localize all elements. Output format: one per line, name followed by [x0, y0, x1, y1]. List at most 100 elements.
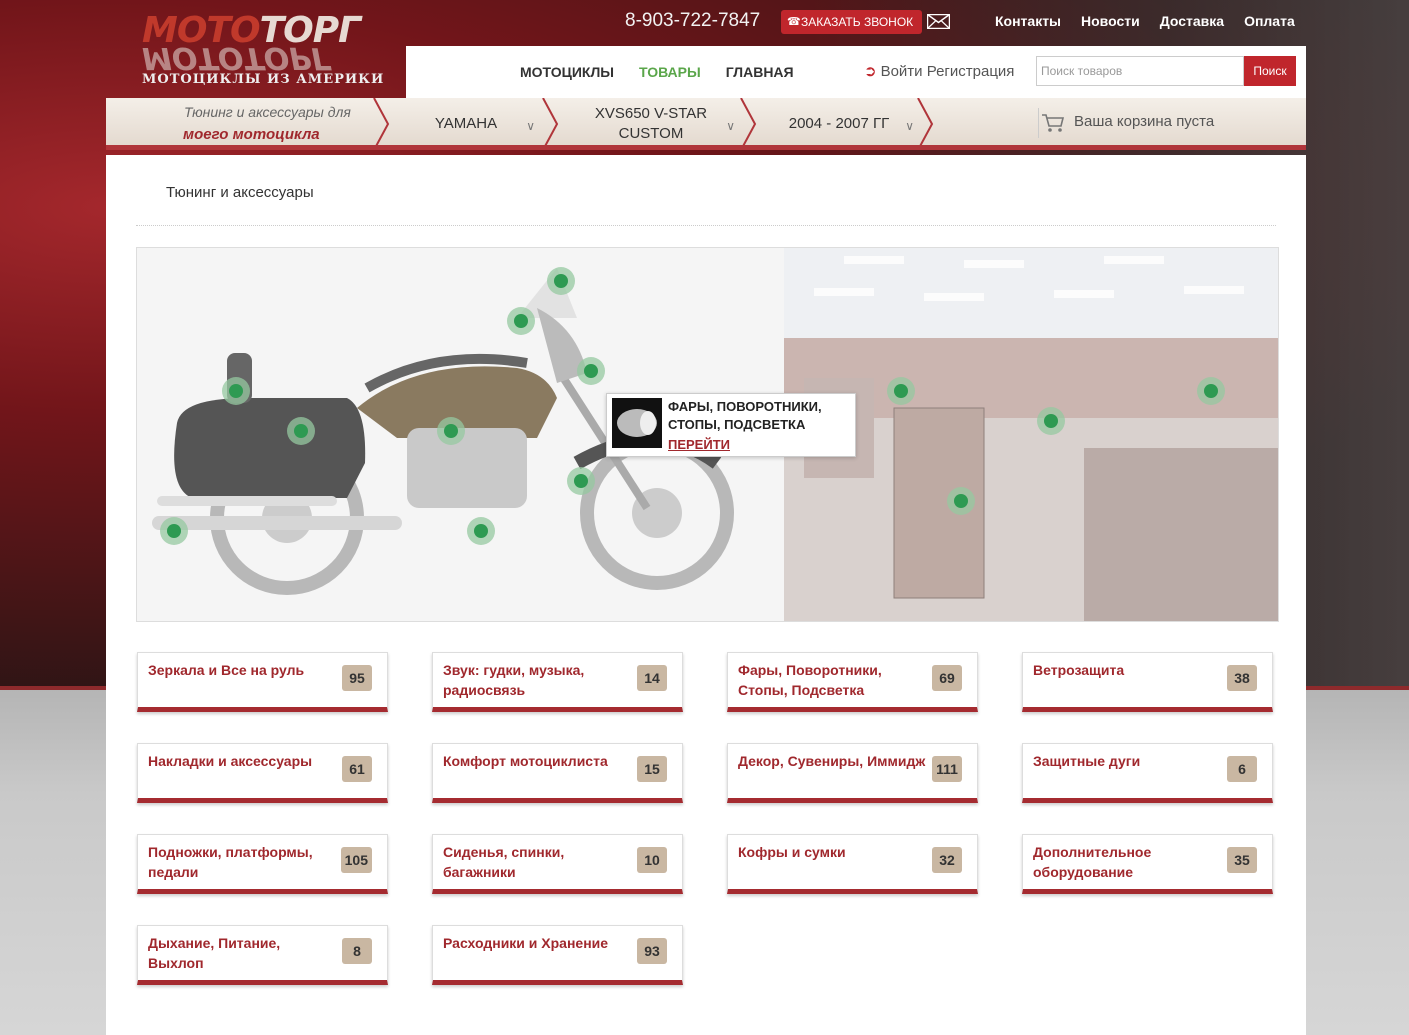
nav-item-motorcycles[interactable]: МОТОЦИКЛЫ — [520, 64, 614, 80]
cart-icon[interactable] — [1041, 113, 1065, 133]
category-count: 8 — [342, 938, 372, 964]
hotspot-windshield[interactable] — [547, 267, 575, 295]
search-button[interactable]: Поиск — [1244, 56, 1296, 86]
category-count: 95 — [342, 665, 372, 691]
hotspot-front-guard[interactable] — [567, 467, 595, 495]
tooltip-title: ФАРЫ, ПОВОРОТНИКИ, СТОПЫ, ПОДСВЕТКА — [668, 399, 822, 432]
chevron-divider-icon — [917, 98, 934, 150]
hotspot-store-right[interactable] — [1197, 377, 1225, 405]
interactive-showcase: ФАРЫ, ПОВОРОТНИКИ, СТОПЫ, ПОДСВЕТКА ПЕРЕ… — [136, 247, 1279, 622]
nav-item-goods[interactable]: ТОВАРЫ — [639, 64, 701, 80]
register-link[interactable]: Регистрация — [927, 63, 1015, 80]
years-value: 2004 - 2007 ГГ — [788, 115, 890, 132]
category-count: 35 — [1227, 847, 1257, 873]
phone-number: 8-903-722-7847 — [625, 10, 761, 31]
main-nav: МОТОЦИКЛЫ ТОВАРЫ ГЛАВНАЯ — [520, 64, 794, 80]
chevron-divider-icon — [373, 98, 390, 150]
chevron-down-icon: ∨ — [905, 119, 914, 133]
top-link-payment[interactable]: Оплата — [1244, 13, 1295, 29]
chevron-down-icon: ∨ — [526, 119, 535, 133]
category-name: Подножки, платформы, педали — [148, 844, 313, 880]
category-count: 32 — [932, 847, 962, 873]
content-area: Тюнинг и аксессуары ФАРЫ, ПОВОРОТНИКИ, С… — [106, 155, 1306, 1035]
store-image — [784, 248, 1278, 621]
hotspot-backrest[interactable] — [222, 377, 250, 405]
category-card[interactable]: Декор, Сувениры, Иммидж 111 — [727, 743, 978, 803]
category-count: 14 — [637, 665, 667, 691]
callback-button[interactable]: ☎ ЗАКАЗАТЬ ЗВОНОК — [781, 10, 923, 34]
category-name: Ветрозащита — [1033, 662, 1125, 678]
search-input[interactable]: Поиск товаров — [1036, 56, 1244, 86]
category-card[interactable]: Защитные дуги 6 — [1022, 743, 1273, 803]
category-card[interactable]: Фары, Поворотники, Стопы, Подсветка 69 — [727, 652, 978, 712]
category-card[interactable]: Зеркала и Все на руль 95 — [137, 652, 388, 712]
category-card[interactable]: Дыхание, Питание, Выхлоп 8 — [137, 925, 388, 985]
headlight-thumbnail — [612, 398, 662, 448]
top-links: Контакты Новости Доставка Оплата — [995, 13, 1295, 29]
top-link-news[interactable]: Новости — [1081, 13, 1140, 29]
category-name: Фары, Поворотники, Стопы, Подсветка — [738, 662, 882, 698]
auth-links: ➲ Войти Регистрация — [864, 62, 1014, 80]
hotspot-engine[interactable] — [437, 417, 465, 445]
selector-intro-line2: моего мотоцикла — [183, 126, 320, 143]
hotspot-store-left[interactable] — [887, 377, 915, 405]
category-count: 93 — [637, 938, 667, 964]
login-icon: ➲ — [864, 63, 877, 80]
category-card[interactable]: Дополнительное оборудование 35 — [1022, 834, 1273, 894]
category-name: Декор, Сувениры, Иммидж — [738, 753, 926, 769]
brand-select[interactable]: YAMAHA ∨ — [391, 98, 541, 150]
hotspot-saddlebag[interactable] — [287, 417, 315, 445]
hotspot-footpeg[interactable] — [467, 517, 495, 545]
model-value: XVS650 V-STAR CUSTOM — [594, 105, 708, 142]
category-count: 111 — [932, 756, 962, 782]
category-name: Кофры и сумки — [738, 844, 846, 860]
category-name: Дыхание, Питание, Выхлоп — [148, 935, 281, 971]
hotspot-exhaust[interactable] — [160, 517, 188, 545]
category-count: 105 — [340, 847, 372, 873]
category-card[interactable]: Накладки и аксессуары 61 — [137, 743, 388, 803]
breadcrumb: Тюнинг и аксессуары — [166, 184, 314, 201]
selector-intro-line1: Тюнинг и аксессуары для — [184, 104, 351, 120]
category-name: Расходники и Хранение — [443, 935, 609, 951]
brand-value: YAMAHA — [434, 115, 498, 132]
category-name: Комфорт мотоциклиста — [443, 753, 608, 769]
category-card[interactable]: Комфорт мотоциклиста 15 — [432, 743, 683, 803]
years-select[interactable]: 2004 - 2007 ГГ ∨ — [758, 98, 920, 150]
category-count: 38 — [1227, 665, 1257, 691]
phone-icon: ☎ — [787, 16, 801, 28]
nav-item-home[interactable]: ГЛАВНАЯ — [726, 64, 794, 80]
category-name: Дополнительное оборудование — [1033, 844, 1152, 880]
cart-divider — [1038, 108, 1039, 138]
hotspot-store-middle[interactable] — [1037, 407, 1065, 435]
hotspot-headlight[interactable] — [577, 357, 605, 385]
top-link-delivery[interactable]: Доставка — [1160, 13, 1224, 29]
chevron-divider-icon — [542, 98, 559, 150]
category-count: 6 — [1227, 756, 1257, 782]
category-card[interactable]: Кофры и сумки 32 — [727, 834, 978, 894]
category-count: 69 — [932, 665, 962, 691]
dotted-divider — [136, 225, 1276, 226]
top-link-contacts[interactable]: Контакты — [995, 13, 1061, 29]
category-card[interactable]: Сиденья, спинки, багажники 10 — [432, 834, 683, 894]
hotspot-store-rack[interactable] — [947, 487, 975, 515]
category-count: 61 — [342, 756, 372, 782]
login-link[interactable]: Войти — [881, 63, 923, 80]
chevron-down-icon: ∨ — [726, 119, 735, 133]
category-name: Зеркала и Все на руль — [148, 662, 305, 678]
category-card[interactable]: Расходники и Хранение 93 — [432, 925, 683, 985]
category-count: 15 — [637, 756, 667, 782]
category-name: Защитные дуги — [1033, 753, 1141, 769]
category-card[interactable]: Ветрозащита 38 — [1022, 652, 1273, 712]
chevron-divider-icon — [740, 98, 757, 150]
mail-icon[interactable] — [927, 14, 950, 29]
category-card[interactable]: Звук: гудки, музыка, радиосвязь 14 — [432, 652, 683, 712]
store-illustration — [784, 248, 1278, 621]
hotspot-handlebar[interactable] — [507, 307, 535, 335]
category-name: Сиденья, спинки, багажники — [443, 844, 565, 880]
category-card[interactable]: Подножки, платформы, педали 105 — [137, 834, 388, 894]
cart-status[interactable]: Ваша корзина пуста — [1074, 113, 1214, 130]
category-count: 10 — [637, 847, 667, 873]
tooltip-link[interactable]: ПЕРЕЙТИ — [668, 437, 730, 452]
page-container: МОТОЦИКЛЫ ТОВАРЫ ГЛАВНАЯ ➲ Войти Регистра… — [106, 46, 1306, 1035]
model-select[interactable]: XVS650 V-STAR CUSTOM ∨ — [561, 98, 741, 150]
